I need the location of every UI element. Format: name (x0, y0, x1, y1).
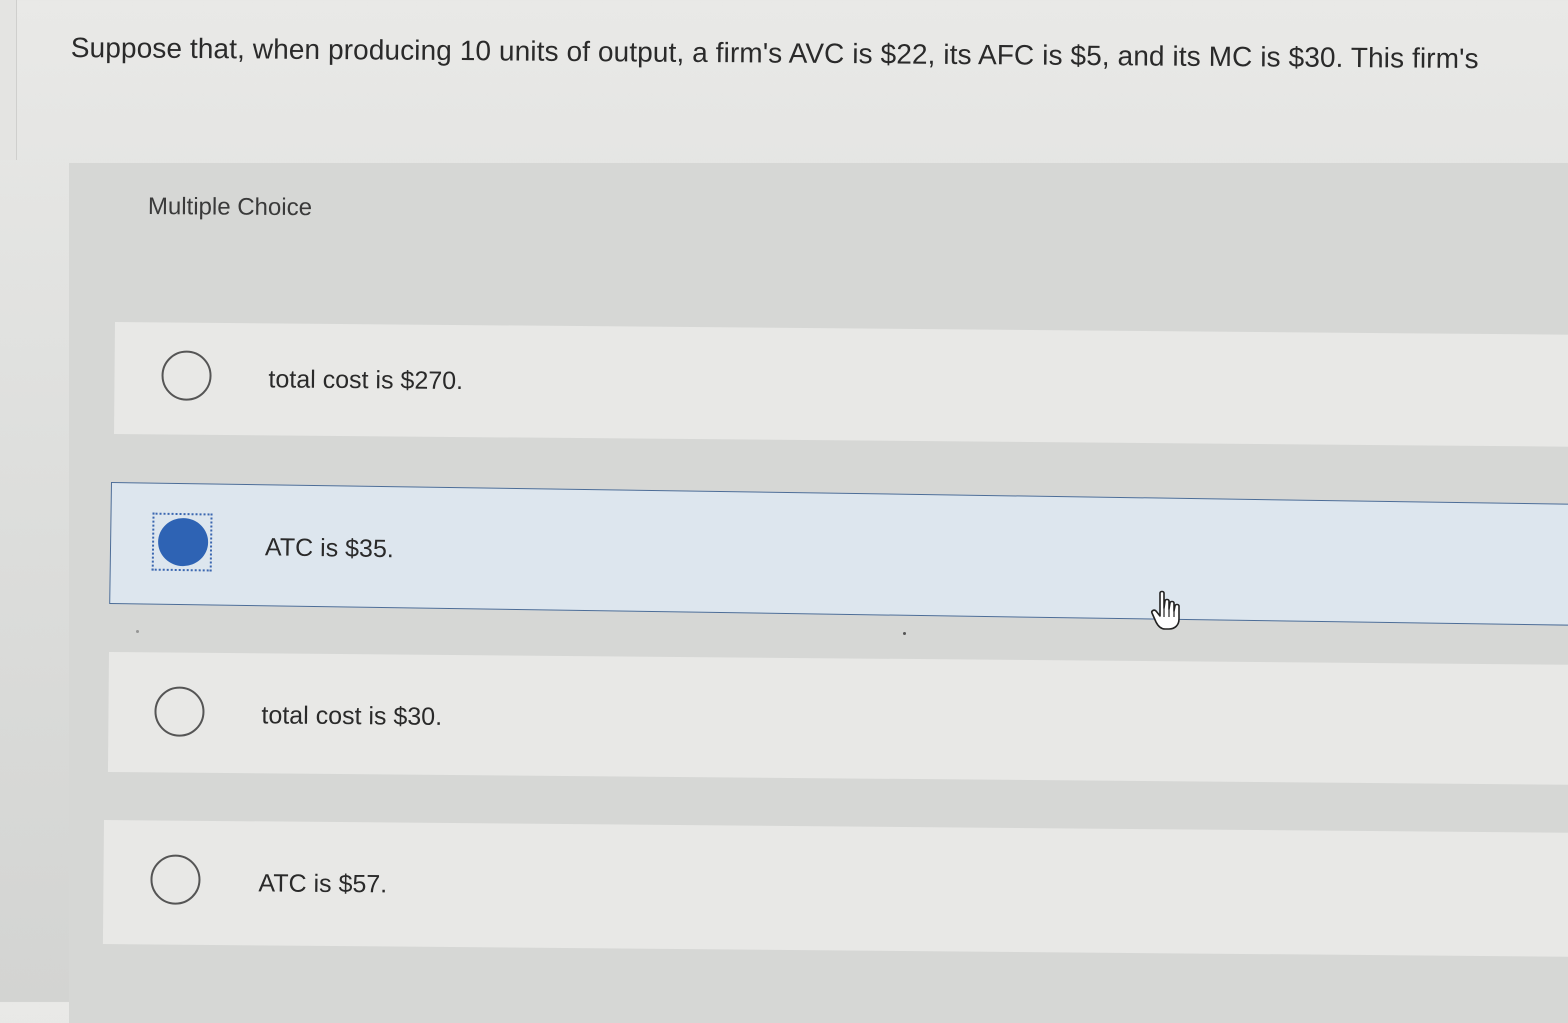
radio-button-icon[interactable] (161, 350, 212, 401)
hand-pointer-icon (1150, 590, 1184, 632)
radio-button-icon[interactable] (150, 854, 201, 905)
choice-label: ATC is $35. (264, 533, 394, 564)
multiple-choice-header: Multiple Choice (147, 193, 313, 222)
choice-label: ATC is $57. (258, 869, 388, 899)
question-text: Suppose that, when producing 10 units of… (70, 31, 1479, 75)
choice-label: total cost is $30. (261, 701, 443, 731)
choice-label: total cost is $270. (268, 365, 464, 396)
choice-option-3[interactable]: total cost is $30. (107, 652, 1568, 785)
choice-option-4[interactable]: ATC is $57. (102, 820, 1568, 957)
choice-option-2[interactable]: ATC is $35. (109, 482, 1568, 626)
screen-speck (903, 632, 906, 635)
screen-speck (136, 630, 139, 633)
window-edge (0, 0, 17, 160)
choice-option-1[interactable]: total cost is $270. (114, 322, 1568, 447)
radio-button-icon[interactable] (154, 686, 205, 737)
